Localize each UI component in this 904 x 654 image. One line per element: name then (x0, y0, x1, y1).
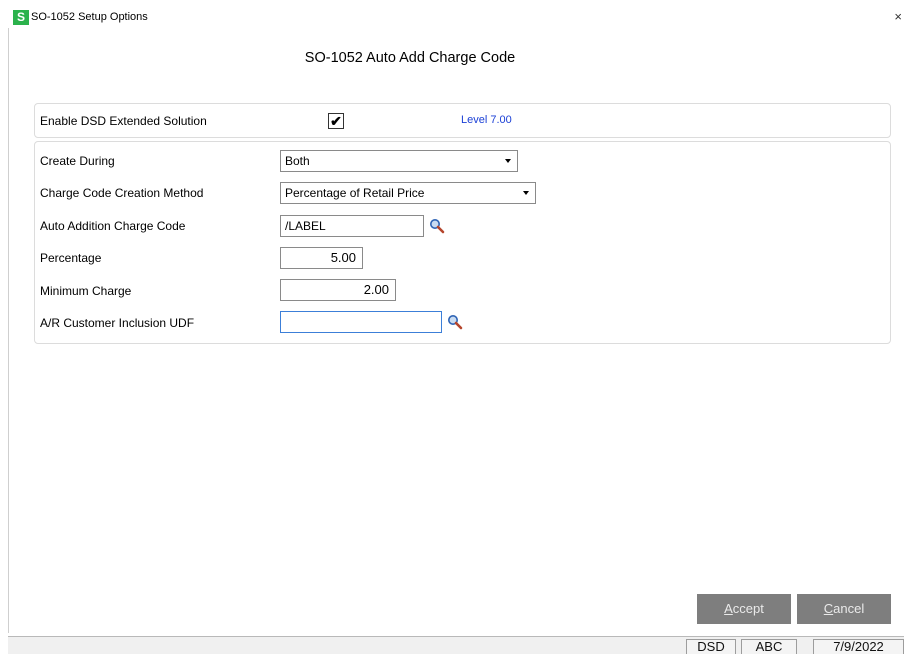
chevron-down-icon (505, 159, 511, 163)
search-icon[interactable] (429, 218, 445, 234)
cancel-mnemonic: C (823, 601, 834, 616)
udf-input[interactable] (280, 311, 442, 333)
level-text: Level 7.00 (461, 114, 512, 126)
status-company: ABC (741, 639, 797, 654)
create-during-value: Both (285, 154, 310, 168)
method-label: Charge Code Creation Method (40, 186, 204, 200)
cancel-label: ancel (833, 601, 865, 616)
accept-button[interactable]: Accept (697, 594, 791, 624)
udf-label: A/R Customer Inclusion UDF (40, 316, 195, 330)
close-icon[interactable]: × (894, 9, 902, 24)
charge-code-label: Auto Addition Charge Code (40, 219, 186, 233)
create-during-label: Create During (40, 154, 115, 168)
accept-label: ccept (732, 601, 764, 616)
enable-checkbox[interactable]: ✔ (328, 113, 344, 129)
create-during-select[interactable]: Both (280, 150, 518, 172)
method-value: Percentage of Retail Price (285, 186, 425, 200)
minimum-charge-label: Minimum Charge (40, 284, 132, 298)
enable-label: Enable DSD Extended Solution (40, 114, 207, 128)
status-date: 7/9/2022 (813, 639, 904, 654)
charge-code-input[interactable]: /LABEL (280, 215, 424, 237)
options-panel: Create During Both Charge Code Creation … (34, 141, 891, 344)
search-icon[interactable] (447, 314, 463, 330)
window-border (8, 28, 9, 633)
title-bar: S SO-1052 Setup Options × (0, 0, 904, 30)
dialog-heading-row: SO-1052 Auto Add Charge Code (0, 50, 820, 66)
status-module: DSD (686, 639, 736, 654)
method-select[interactable]: Percentage of Retail Price (280, 182, 536, 204)
cancel-button[interactable]: Cancel (797, 594, 891, 624)
window-title: SO-1052 Setup Options (31, 11, 148, 23)
dialog-heading: SO-1052 Auto Add Charge Code (304, 50, 516, 66)
status-bar: DSD ABC 7/9/2022 (8, 636, 904, 654)
chevron-down-icon (523, 191, 529, 195)
accept-mnemonic: A (724, 601, 733, 616)
percentage-label: Percentage (40, 251, 102, 265)
percentage-input[interactable]: 5.00 (280, 247, 363, 269)
enable-panel: Enable DSD Extended Solution ✔ Level 7.0… (34, 103, 891, 138)
app-icon: S (13, 10, 29, 25)
setup-options-window: S SO-1052 Setup Options × SO-1052 Auto A… (0, 0, 904, 654)
checkmark-icon: ✔ (330, 113, 342, 129)
minimum-charge-input[interactable]: 2.00 (280, 279, 396, 301)
